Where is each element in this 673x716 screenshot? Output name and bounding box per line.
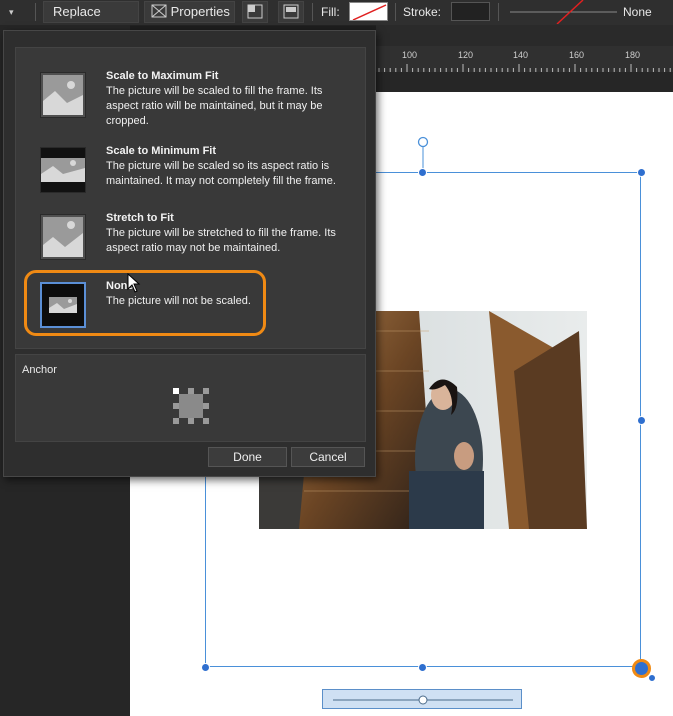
frame-align-button[interactable] bbox=[242, 1, 268, 23]
cancel-button[interactable]: Cancel bbox=[291, 447, 365, 467]
picture-properties-popup: Scale to Maximum Fit The picture will be… bbox=[3, 30, 376, 477]
toolbar-divider bbox=[35, 3, 36, 21]
canvas-background bbox=[376, 72, 673, 92]
horizontal-ruler[interactable]: 100 120 140 160 180 bbox=[376, 46, 673, 73]
option-description: The picture will be scaled to fill the f… bbox=[106, 85, 323, 127]
toolbar-divider bbox=[395, 3, 396, 21]
cancel-label: Cancel bbox=[309, 450, 347, 464]
replace-image-button[interactable]: Replace image bbox=[43, 1, 139, 39]
resize-handle-top[interactable] bbox=[418, 168, 427, 177]
done-button[interactable]: Done bbox=[208, 447, 287, 467]
selected-option-highlight bbox=[24, 270, 266, 336]
scale-min-fit-icon bbox=[40, 147, 86, 193]
ruler-tick-label: 140 bbox=[513, 50, 529, 60]
context-toolbar: ▾ Replace image Properties Fill: Stroke: bbox=[0, 0, 673, 39]
workspace-strip bbox=[376, 25, 673, 46]
picture-scale-slider[interactable] bbox=[322, 689, 522, 709]
option-title: Stretch to Fit bbox=[106, 212, 174, 224]
stroke-style-value: None bbox=[623, 5, 652, 19]
option-stretch-to-fit[interactable]: Stretch to Fit The picture will be stret… bbox=[30, 212, 360, 272]
scale-max-fit-icon bbox=[40, 72, 86, 118]
resize-handle-top-right[interactable] bbox=[637, 168, 646, 177]
anchor-grid[interactable] bbox=[172, 387, 210, 425]
toolbar-divider bbox=[498, 3, 499, 21]
fill-label: Fill: bbox=[321, 5, 340, 19]
frame-align-icon bbox=[247, 4, 263, 19]
stroke-swatch[interactable] bbox=[451, 2, 490, 21]
option-title: Scale to Minimum Fit bbox=[106, 145, 217, 157]
resize-handle-bottom[interactable] bbox=[418, 663, 427, 672]
anchor-label: Anchor bbox=[22, 364, 57, 376]
properties-label: Properties bbox=[170, 4, 230, 19]
anchor-panel: Anchor bbox=[15, 354, 366, 442]
slider-track bbox=[333, 695, 513, 705]
ruler-tick-label: 180 bbox=[625, 50, 641, 60]
toolbar-divider bbox=[312, 3, 313, 21]
ruler-tick-label: 160 bbox=[569, 50, 585, 60]
fill-swatch[interactable] bbox=[349, 2, 388, 21]
crop-handle[interactable] bbox=[648, 674, 656, 682]
stretch-to-fit-icon bbox=[40, 214, 86, 260]
properties-icon bbox=[151, 4, 167, 18]
resize-handle-right[interactable] bbox=[637, 416, 646, 425]
option-description: The picture will be scaled so its aspect… bbox=[106, 160, 336, 187]
stroke-preview-icon bbox=[510, 0, 617, 25]
ruler-tick-label: 100 bbox=[402, 50, 418, 60]
ruler-tick-label: 120 bbox=[458, 50, 474, 60]
stroke-style-dropdown[interactable]: None bbox=[505, 0, 665, 25]
option-title: Scale to Maximum Fit bbox=[106, 70, 219, 82]
properties-button[interactable]: Properties bbox=[144, 1, 235, 23]
frame-fit-icon bbox=[283, 4, 299, 19]
option-scale-to-maximum-fit[interactable]: Scale to Maximum Fit The picture will be… bbox=[30, 70, 360, 130]
stroke-label: Stroke: bbox=[403, 5, 442, 19]
option-description: The picture will be stretched to fill th… bbox=[106, 227, 336, 254]
frame-fit-button[interactable] bbox=[278, 1, 304, 23]
no-fill-icon bbox=[352, 4, 387, 20]
done-label: Done bbox=[233, 450, 262, 464]
option-scale-to-minimum-fit[interactable]: Scale to Minimum Fit The picture will be… bbox=[30, 145, 360, 205]
dropdown-chevron-icon[interactable]: ▾ bbox=[9, 0, 14, 24]
resize-handle-bottom-left[interactable] bbox=[201, 663, 210, 672]
